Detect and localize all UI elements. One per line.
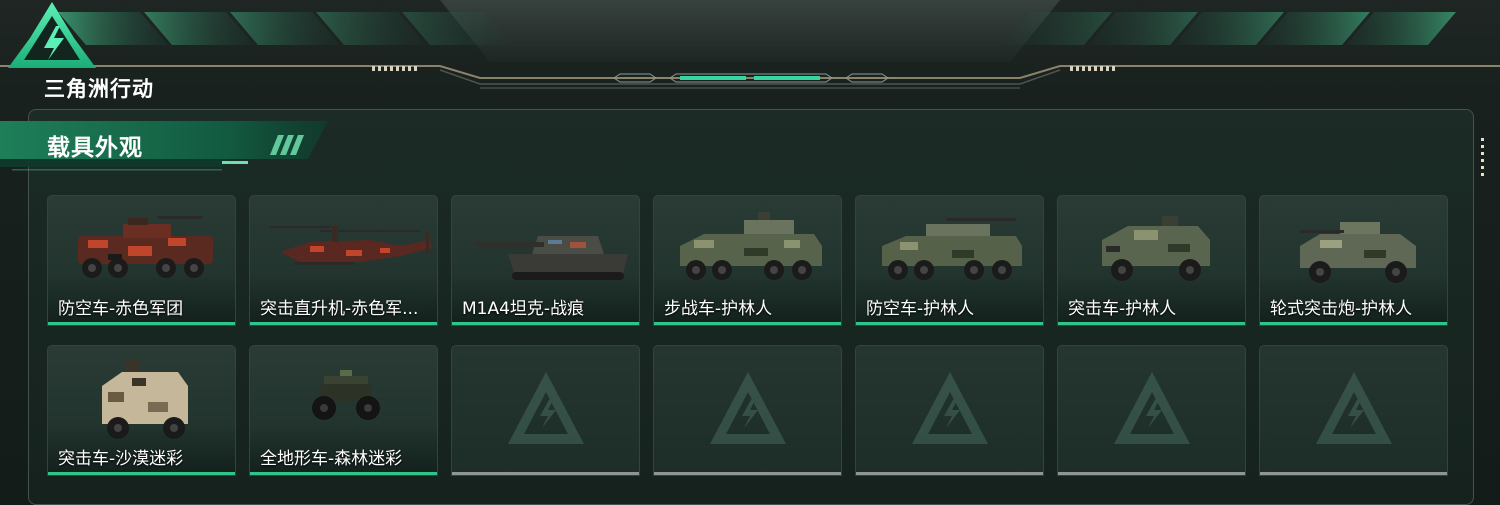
- skin-card[interactable]: 防空车-赤色军团: [47, 195, 236, 326]
- game-logo-text: 三角洲行动: [44, 77, 154, 101]
- empty-skin-slot: [1057, 345, 1246, 476]
- skin-label: M1A4坦克-战痕: [462, 299, 585, 319]
- empty-skin-slot: [653, 345, 842, 476]
- empty-slot-delta-icon: [1114, 372, 1190, 444]
- top-header: 三角洲行动: [0, 0, 1500, 101]
- header-frame: [0, 0, 1500, 89]
- scrollbar-indicator[interactable]: [1480, 138, 1486, 178]
- skin-card[interactable]: 防空车-护林人: [855, 195, 1044, 326]
- skin-label: 防空车-护林人: [866, 299, 975, 319]
- card-accent-bar: [452, 322, 639, 325]
- empty-skin-slot: [855, 345, 1044, 476]
- skin-label: 防空车-赤色军团: [58, 299, 184, 319]
- card-accent-bar: [1260, 322, 1447, 325]
- skin-label: 突击车-沙漠迷彩: [58, 449, 184, 469]
- skin-card[interactable]: 突击车-沙漠迷彩: [47, 345, 236, 476]
- card-accent-bar: [452, 472, 639, 475]
- card-accent-bar: [856, 322, 1043, 325]
- section-title: 载具外观: [47, 135, 143, 161]
- card-accent-bar: [250, 472, 437, 475]
- skin-label: 步战车-护林人: [664, 299, 773, 319]
- card-accent-bar: [48, 322, 235, 325]
- card-accent-bar: [654, 322, 841, 325]
- skin-label: 突击车-护林人: [1068, 299, 1177, 319]
- skin-label: 轮式突击炮-护林人: [1270, 299, 1413, 319]
- empty-slot-delta-icon: [912, 372, 988, 444]
- skin-card[interactable]: M1A4坦克-战痕: [451, 195, 640, 326]
- empty-skin-slot: [451, 345, 640, 476]
- game-screen: 三角洲行动 载具外观 防空车-赤色军团 突击直升机-赤色军... M1A4坦克-…: [0, 0, 1500, 505]
- skin-card[interactable]: 突击直升机-赤色军...: [249, 195, 438, 326]
- empty-slot-delta-icon: [508, 372, 584, 444]
- skin-card[interactable]: 轮式突击炮-护林人: [1259, 195, 1448, 326]
- skin-card[interactable]: 全地形车-森林迷彩: [249, 345, 438, 476]
- skin-label: 全地形车-森林迷彩: [260, 449, 403, 469]
- skin-card[interactable]: 突击车-护林人: [1057, 195, 1246, 326]
- card-accent-bar: [1058, 322, 1245, 325]
- skin-label: 突击直升机-赤色军...: [260, 299, 419, 319]
- card-accent-bar: [856, 472, 1043, 475]
- card-accent-bar: [1260, 472, 1447, 475]
- empty-slot-delta-icon: [710, 372, 786, 444]
- card-accent-bar: [48, 472, 235, 475]
- skin-card[interactable]: 步战车-护林人: [653, 195, 842, 326]
- empty-skin-slot: [1259, 345, 1448, 476]
- card-accent-bar: [250, 322, 437, 325]
- empty-slot-delta-icon: [1316, 372, 1392, 444]
- card-accent-bar: [654, 472, 841, 475]
- card-accent-bar: [1058, 472, 1245, 475]
